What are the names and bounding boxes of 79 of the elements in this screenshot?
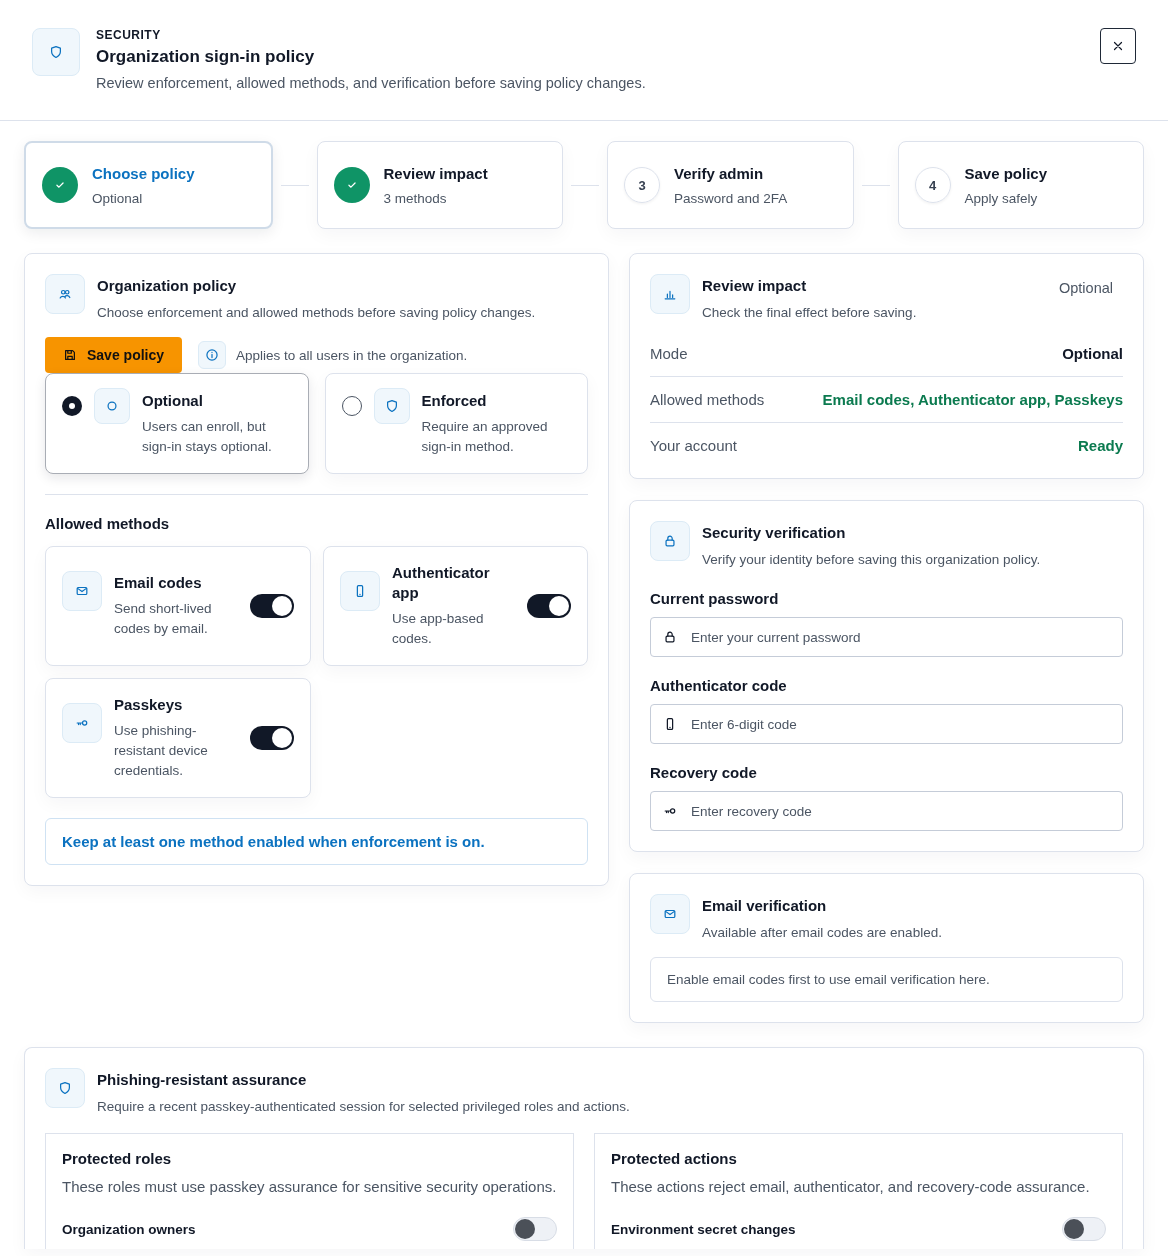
toggle-switch[interactable] <box>250 594 294 618</box>
radio-button[interactable] <box>62 396 82 416</box>
page-title: Organization sign-in policy <box>96 47 316 67</box>
lock-icon <box>663 630 677 644</box>
card-title: Review impact <box>702 276 808 296</box>
field-label: Current password <box>650 590 780 607</box>
step-card[interactable]: 3 Verify admin Password and 2FA <box>607 141 854 229</box>
step-subtitle: Password and 2FA <box>674 190 788 206</box>
step-subtitle: Apply safely <box>964 190 1039 206</box>
input-field[interactable]: Enter 6-digit code <box>650 704 1123 744</box>
step-title: Choose policy <box>92 164 195 182</box>
step-subtitle: 3 methods <box>383 190 448 206</box>
summary-value: Email codes, Authenticator app, Passkeys <box>822 391 1123 408</box>
method-title: Authenticator app <box>392 563 491 603</box>
step-card[interactable]: Choose policy Optional <box>24 141 273 229</box>
card-description: Verify your identity before saving this organization policy. <box>702 551 1042 569</box>
toggle-switch[interactable] <box>250 726 294 750</box>
field-label: Authenticator code <box>650 677 788 694</box>
eyebrow-label: SECURITY <box>96 28 162 42</box>
card-title: Phishing-resistant assurance <box>97 1070 308 1090</box>
close-button[interactable] <box>1100 28 1136 64</box>
circle-icon <box>105 399 119 413</box>
summary-label: Allowed methods <box>650 391 765 408</box>
notice-message: Enable email codes first to use email verification here. <box>650 957 1123 1002</box>
summary-label: Mode <box>650 345 688 362</box>
input-field[interactable]: Enter your current password <box>650 617 1123 657</box>
setting-label: Environment secret changes <box>611 1221 796 1237</box>
toggle-switch[interactable] <box>1062 1217 1106 1241</box>
status-label: Optional <box>1059 280 1113 298</box>
method-title: Passkeys <box>114 695 184 715</box>
info-icon <box>205 348 220 362</box>
option-description: Users can enroll, but sign-in stays optional. <box>142 418 273 456</box>
option-title: Enforced <box>421 392 488 409</box>
method-description: Use phishing-resistant device credentials. <box>114 722 209 780</box>
step-title: Review impact <box>383 164 488 182</box>
shield-icon <box>49 45 63 59</box>
summary-value: Ready <box>1077 437 1123 454</box>
step-card[interactable]: Review impact 3 methods <box>316 141 563 229</box>
field-label: Recovery code <box>650 764 758 781</box>
policy-option[interactable]: Optional Users can enroll, but sign-in stays optional. <box>45 373 309 474</box>
option-title: Optional <box>142 392 204 409</box>
save-policy-button[interactable]: Save policy <box>45 337 183 373</box>
summary-value: Optional <box>1062 345 1123 362</box>
section-heading: Allowed methods <box>45 515 171 532</box>
step-card[interactable]: 4 Save policy Apply safely <box>897 141 1144 229</box>
card-title: Organization policy <box>97 276 238 296</box>
shield-icon <box>58 1081 72 1095</box>
mail-icon <box>663 907 677 921</box>
close-icon <box>1111 39 1125 53</box>
card-description: Require a recent passkey-authenticated session for selected privileged roles and actions. <box>97 1098 631 1116</box>
policy-option[interactable]: Enforced Require an approved sign-in method. <box>324 373 588 474</box>
info-note: Applies to all users in the organization. <box>236 347 468 363</box>
toggle-switch[interactable] <box>527 594 571 618</box>
input-field[interactable]: Enter recovery code <box>650 791 1123 831</box>
step-title: Verify admin <box>674 164 765 182</box>
card-title: Email verification <box>702 896 828 916</box>
step-title: Save policy <box>964 164 1048 182</box>
method-description: Use app-based codes. <box>392 610 485 648</box>
summary-label: Your account <box>650 437 737 454</box>
mail-icon <box>75 584 89 598</box>
method-description: Send short-lived codes by email. <box>114 600 213 638</box>
card-title: Security verification <box>702 523 847 543</box>
panel-title: Protected roles <box>62 1150 173 1167</box>
card-description: Check the final effect before saving. <box>702 304 918 322</box>
page-subtitle: Review enforcement, allowed methods, and verification before saving policy changes. <box>96 75 646 91</box>
warning-message: Keep at least one method enabled when enforcement is on. <box>45 818 588 865</box>
setting-label: Organization owners <box>62 1221 196 1237</box>
card-description: Available after email codes are enabled. <box>702 924 943 942</box>
step-subtitle: Optional <box>92 190 144 206</box>
lock-icon <box>663 534 677 548</box>
method-title: Email codes <box>114 573 203 593</box>
shield-icon <box>384 399 399 413</box>
toggle-switch[interactable] <box>513 1217 557 1241</box>
panel-description: These actions reject email, authenticator, and recovery-code assurance. <box>611 1177 1091 1197</box>
panel-title: Protected actions <box>611 1150 738 1167</box>
users-icon <box>58 287 72 301</box>
card-description: Choose enforcement and allowed methods before saving policy changes. <box>97 304 537 322</box>
panel-description: These roles must use passkey assurance for sensitive security operations. <box>62 1177 557 1197</box>
option-description: Require an approved sign-in method. <box>421 418 549 456</box>
